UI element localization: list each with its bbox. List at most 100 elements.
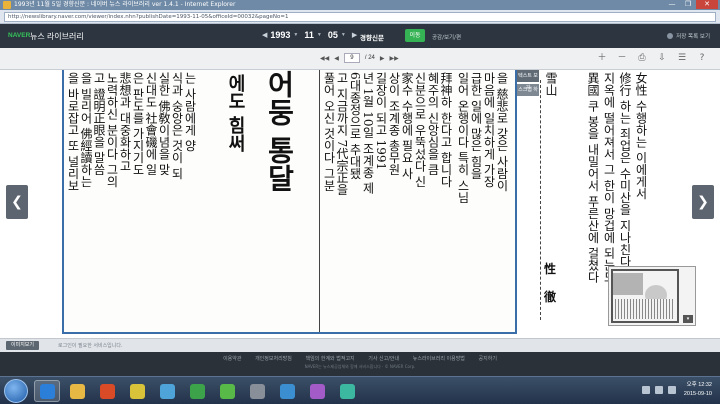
chevron-down-icon[interactable]: ▼ — [293, 32, 298, 38]
photo-icon-glyph — [279, 383, 295, 399]
viewer-toolbar: ◀◀ ◀ 9 / 24 ▶ ▶▶ ＋ － ⎙ ⇩ ☰ ? — [0, 48, 720, 70]
article-column: 실한 佛敎이념을 맞 — [157, 72, 170, 176]
page-thumbnail[interactable]: ▾ — [608, 266, 696, 326]
media-player-icon-glyph — [99, 383, 115, 399]
article-column: 拜神하 한다고 합니다 — [439, 72, 452, 188]
article-column: 異國 쿠 봉을 내밀어서 푸른산에 걸쳤다 — [586, 72, 599, 284]
image-view-button[interactable]: 이미지보기 — [6, 341, 40, 350]
list-icon[interactable]: ☰ — [676, 52, 688, 64]
article-column: 노력하신 분이다 그의 — [105, 72, 118, 188]
network-icon-glyph — [339, 383, 355, 399]
footer-link[interactable]: 기사 신고/안내 — [368, 356, 399, 362]
go-button[interactable]: 이동 — [405, 29, 425, 42]
clock[interactable]: 오후 12:32 2015-09-10 — [684, 381, 712, 399]
folder-icon[interactable] — [64, 380, 90, 402]
paint-icon-glyph — [159, 383, 175, 399]
start-button[interactable] — [4, 379, 28, 403]
day-select[interactable]: 05 — [328, 30, 338, 40]
toolbar-icons: ＋ － ⎙ ⇩ ☰ ? — [596, 52, 708, 64]
newspaper-viewer[interactable]: 을 바로잡고 또 널리보 을 빌리어 佛經讀하는 고 證明正眼을 말씀 노력하신… — [0, 70, 720, 338]
app-header: NAVER 뉴스 라이브러리 ◀ 1993 ▼ 11 ▼ 05 ▼ ▶ 경향신문… — [0, 24, 720, 48]
guide-link[interactable]: 공감/보기/편 — [432, 33, 461, 41]
article-column: 년 1월 10일 조계종 제 — [361, 72, 374, 195]
thumbnail-viewport[interactable] — [611, 269, 679, 323]
article-column: 은 판도를 가지기도 — [131, 72, 144, 176]
print-icon[interactable]: ⎙ — [636, 52, 648, 64]
media-player-icon[interactable] — [94, 380, 120, 402]
app-icon[interactable] — [244, 380, 270, 402]
service-title[interactable]: 뉴스 라이브러리 — [30, 31, 84, 42]
network-icon[interactable] — [655, 386, 663, 394]
article-column: 혜주의 신앙심을 큼 — [426, 72, 439, 176]
article-subheadline: 에도 힘써 — [225, 74, 246, 153]
newspaper-select[interactable]: 경향신문 — [360, 32, 384, 42]
article-column: 을 慈悲로 갖은 사람이 — [495, 72, 508, 192]
save-icon[interactable]: ⇩ — [656, 52, 668, 64]
selected-article[interactable]: 을 바로잡고 또 널리보 을 빌리어 佛經讀하는 고 證明正眼을 말씀 노력하신… — [62, 70, 517, 334]
disk-icon-glyph — [309, 383, 325, 399]
article-column: 悲想과 대중화하고 — [118, 72, 131, 172]
month-select[interactable]: 11 — [304, 30, 314, 40]
prev-date-icon[interactable]: ◀ — [262, 31, 267, 39]
footer-link[interactable]: 뉴스라이브러리 이용방법 — [413, 356, 465, 362]
ie-icon[interactable] — [34, 380, 60, 402]
column-divider — [319, 70, 320, 332]
help-icon[interactable]: ? — [696, 52, 708, 64]
chevron-down-icon[interactable]: ▼ — [341, 32, 346, 38]
notes-icon[interactable] — [214, 380, 240, 402]
article-column: 을 바로잡고 또 널리보 — [66, 72, 79, 192]
flag-icon[interactable] — [642, 386, 650, 394]
disk-icon[interactable] — [304, 380, 330, 402]
user-menu[interactable]: 저장 목록 보기 — [667, 32, 710, 40]
chrome-icon[interactable] — [184, 380, 210, 402]
window-title: 1993년 11월 5일 경향신문 : 네이버 뉴스 라이브러리 ver 1.4… — [14, 1, 236, 8]
footer-link[interactable]: 공지하기 — [479, 356, 497, 362]
notes-icon-glyph — [219, 383, 235, 399]
next-date-icon[interactable]: ▶ — [352, 31, 357, 39]
prev-page-arrow[interactable]: ❮ — [6, 185, 28, 219]
prev-page-button[interactable]: ◀ — [334, 55, 339, 62]
game-icon[interactable] — [124, 380, 150, 402]
footer-link[interactable]: 책임의 한계와 법적고지 — [305, 356, 354, 362]
next-page-arrow[interactable]: ❯ — [692, 185, 714, 219]
volume-icon[interactable] — [668, 386, 676, 394]
paint-icon[interactable] — [154, 380, 180, 402]
year-select[interactable]: 1993 — [270, 30, 290, 40]
article-column: 일어 온행이다 특히 스님 — [456, 72, 469, 204]
window-titlebar: 1993년 11월 5일 경향신문 : 네이버 뉴스 라이브러리 ver 1.4… — [0, 0, 720, 10]
last-page-button[interactable]: ▶▶ — [390, 55, 399, 62]
zoom-out-icon[interactable]: － — [616, 52, 628, 64]
maximize-button[interactable]: ❐ — [680, 0, 696, 9]
article-column: 고 지금까지 7代宗正을 — [335, 72, 348, 196]
zoom-in-icon[interactable]: ＋ — [596, 52, 608, 64]
network-icon[interactable] — [334, 380, 360, 402]
article-column: 家수 수행에 필요 사 — [400, 72, 413, 180]
article-column: 6대종정으로 추대됐 — [348, 72, 361, 180]
article-column: 급한 일에 많은 힘을 — [469, 72, 482, 180]
game-icon-glyph — [129, 383, 145, 399]
footer-link[interactable]: 개인정보처리방침 — [255, 356, 292, 362]
page-number-input[interactable]: 9 — [343, 53, 360, 63]
article-column: 신분으로 우뚝섰다 신 — [413, 72, 426, 188]
page-margin — [28, 70, 58, 338]
first-page-button[interactable]: ◀◀ — [320, 55, 329, 62]
footer-link[interactable]: 이용약관 — [223, 356, 241, 362]
status-message: 로그인이 필요한 서비스입니다. — [58, 343, 123, 349]
site-footer: 이용약관 개인정보처리방침 책임의 한계와 법적고지 기사 신고/안내 뉴스라이… — [0, 352, 720, 376]
byline-char: 徹 — [544, 290, 557, 304]
naver-logo[interactable]: NAVER — [8, 32, 30, 39]
ie-icon-glyph — [39, 383, 55, 399]
article-column: 는 사람에게 양 — [183, 72, 196, 152]
chevron-down-icon[interactable]: ▼ — [317, 32, 322, 38]
minimize-button[interactable]: — — [664, 0, 680, 9]
next-page-button[interactable]: ▶ — [380, 55, 385, 62]
footer-links: 이용약관 개인정보처리방침 책임의 한계와 법적고지 기사 신고/안내 뉴스라이… — [0, 355, 720, 362]
photo-icon[interactable] — [274, 380, 300, 402]
article-column: 고 證明正眼을 말씀 — [92, 72, 105, 176]
article-column: 상이 조계종 총무원 — [387, 72, 400, 176]
url-field[interactable]: http://newslibrary.naver.com/viewer/inde… — [4, 12, 716, 22]
article-column: 신대도 社會磯에 일 — [144, 72, 157, 176]
close-button[interactable]: ✕ — [696, 0, 718, 9]
thumbnail-toggle-button[interactable]: ▾ — [683, 315, 693, 323]
byline-char: 性 — [544, 262, 557, 276]
